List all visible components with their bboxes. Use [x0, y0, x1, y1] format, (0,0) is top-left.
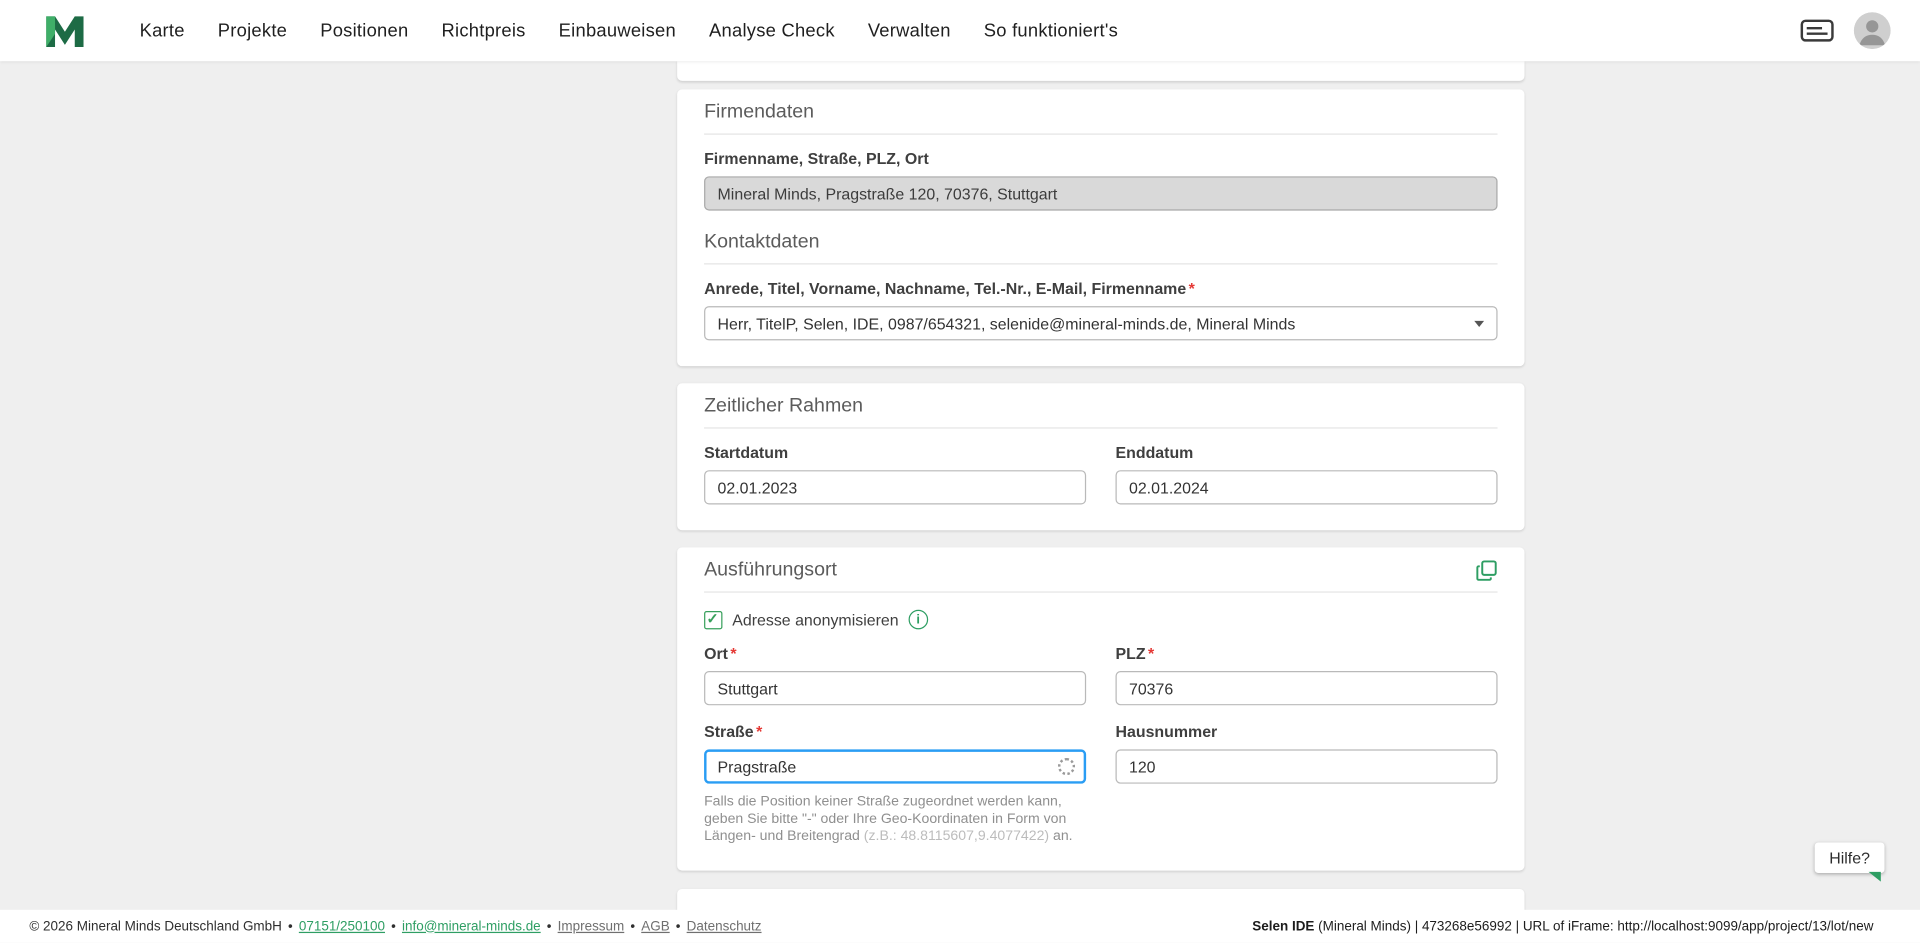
startdatum-label: Startdatum — [704, 443, 789, 462]
info-icon[interactable] — [908, 609, 928, 630]
loading-spinner-icon — [1057, 757, 1076, 776]
footer-separator: • — [546, 918, 552, 934]
top-nav: Karte Projekte Positionen Richtpreis Ein… — [0, 0, 1920, 62]
date-grid: Startdatum Enddatum — [704, 443, 1498, 505]
nav-right — [1800, 12, 1891, 49]
contact-select[interactable]: Herr, TitelP, Selen, IDE, 0987/654321, s… — [704, 306, 1498, 341]
nav-item-projekte[interactable]: Projekte — [218, 20, 287, 41]
nav-item-richtpreis[interactable]: Richtpreis — [442, 20, 526, 41]
ausfuehrungsort-header: Ausführungsort — [704, 560, 1497, 582]
address-grid-row2: Straße* Falls die Position keiner Straße… — [704, 722, 1498, 844]
contact-label-text: Anrede, Titel, Vorname, Nachname, Tel.-N… — [704, 279, 1187, 298]
ort-input[interactable] — [704, 671, 1087, 706]
help-button[interactable]: Hilfe? — [1814, 842, 1885, 882]
company-input — [704, 176, 1498, 211]
company-label: Firmenname, Straße, PLZ, Ort — [704, 149, 929, 168]
footer-left: © 2026 Mineral Minds Deutschland GmbH • … — [29, 919, 761, 934]
nav-menu: Karte Projekte Positionen Richtpreis Ein… — [140, 20, 1118, 41]
contact-select-value: Herr, TitelP, Selen, IDE, 0987/654321, s… — [717, 314, 1296, 333]
hausnummer-input[interactable] — [1115, 749, 1498, 784]
nav-item-analyse-check[interactable]: Analyse Check — [709, 20, 835, 41]
anonymize-label[interactable]: Adresse anonymisieren — [732, 610, 898, 628]
ausfuehrungsort-title: Ausführungsort — [704, 559, 837, 581]
required-marker: * — [1188, 279, 1195, 298]
zeitraum-title: Zeitlicher Rahmen — [704, 395, 864, 417]
required-marker: * — [730, 644, 737, 663]
required-marker: * — [1148, 644, 1155, 663]
divider — [704, 263, 1498, 265]
footer-agb-link[interactable]: AGB — [641, 919, 669, 934]
footer-user: Selen IDE — [1252, 918, 1315, 934]
footer-separator: • — [630, 918, 636, 934]
plz-input[interactable] — [1115, 671, 1498, 706]
footer-iframe-url: (Mineral Minds) | 473268e56992 | URL of … — [1314, 918, 1874, 934]
contact-label: Anrede, Titel, Vorname, Nachname, Tel.-N… — [704, 279, 1497, 297]
required-marker: * — [756, 722, 763, 741]
chevron-down-icon — [1474, 320, 1485, 327]
ort-field: Ort * — [704, 644, 1087, 706]
ort-label: Ort * — [704, 644, 1086, 662]
strasse-field: Straße* Falls die Position keiner Straße… — [704, 722, 1087, 844]
footer-copyright: © 2026 Mineral Minds Deutschland GmbH — [29, 918, 282, 934]
help-button-label: Hilfe? — [1829, 848, 1870, 867]
app-viewport: Karte Projekte Positionen Richtpreis Ein… — [0, 0, 1920, 943]
hausnummer-label: Hausnummer — [1115, 722, 1218, 741]
plz-label-text: PLZ — [1115, 644, 1146, 663]
footer: © 2026 Mineral Minds Deutschland GmbH • … — [0, 909, 1920, 943]
divider — [704, 591, 1498, 593]
startdatum-input[interactable] — [704, 470, 1087, 505]
card-zeitlicher-rahmen: Zeitlicher Rahmen Startdatum Enddatum — [677, 383, 1525, 531]
user-avatar[interactable] — [1853, 12, 1891, 49]
footer-impressum-link[interactable]: Impressum — [558, 919, 625, 934]
main-content: Firmendaten Firmenname, Straße, PLZ, Ort… — [677, 61, 1525, 924]
strasse-label-text: Straße — [704, 722, 754, 741]
plz-label: PLZ * — [1116, 644, 1498, 662]
enddatum-input[interactable] — [1115, 470, 1498, 505]
nav-item-verwalten[interactable]: Verwalten — [868, 20, 951, 41]
helper-suffix: an. — [1049, 828, 1073, 844]
card-firmendaten: Firmendaten Firmenname, Straße, PLZ, Ort… — [677, 89, 1525, 367]
kontaktdaten-title: Kontaktdaten — [704, 231, 820, 253]
anonymize-row: Adresse anonymisieren — [704, 609, 1497, 630]
server-icon[interactable] — [1800, 17, 1834, 44]
footer-phone-link[interactable]: 07151/250100 — [299, 919, 385, 934]
divider — [704, 133, 1498, 135]
enddatum-label: Enddatum — [1115, 443, 1194, 462]
nav-item-karte[interactable]: Karte — [140, 20, 185, 41]
footer-separator: • — [675, 918, 681, 934]
address-grid-row1: Ort* PLZ* — [704, 644, 1498, 706]
nav-item-positionen[interactable]: Positionen — [320, 20, 408, 41]
nav-item-so-funktionierts[interactable]: So funktioniert's — [984, 20, 1118, 41]
mineral-minds-logo-icon[interactable] — [44, 10, 88, 52]
firmendaten-title: Firmendaten — [704, 101, 815, 123]
strasse-input-wrap — [704, 749, 1087, 784]
card-ausfuehrungsort: Ausführungsort Adresse anonymisieren Or — [677, 547, 1525, 871]
copy-icon[interactable] — [1476, 560, 1498, 582]
footer-separator: • — [288, 918, 293, 934]
strasse-label: Straße * — [704, 722, 1086, 740]
plz-field: PLZ * — [1115, 644, 1498, 706]
enddatum-field: Enddatum — [1115, 443, 1498, 505]
ort-label-text: Ort — [704, 644, 728, 663]
helper-example: (z.B.: 48.8115607,9.4077422) — [863, 828, 1050, 844]
footer-separator: • — [391, 918, 396, 934]
strasse-helper-text: Falls die Position keiner Straße zugeord… — [704, 793, 1086, 844]
footer-datenschutz-link[interactable]: Datenschutz — [687, 919, 762, 934]
nav-item-einbauweisen[interactable]: Einbauweisen — [559, 20, 676, 41]
footer-debug-info: Selen IDE (Mineral Minds) | 473268e56992… — [1252, 919, 1873, 934]
startdatum-field: Startdatum — [704, 443, 1087, 505]
hausnummer-field: Hausnummer — [1115, 722, 1498, 844]
card-fragment-top — [677, 61, 1525, 81]
anonymize-checkbox[interactable] — [704, 609, 723, 629]
divider — [704, 427, 1498, 429]
footer-email-link[interactable]: info@mineral-minds.de — [402, 919, 541, 934]
strasse-input[interactable] — [704, 749, 1087, 784]
